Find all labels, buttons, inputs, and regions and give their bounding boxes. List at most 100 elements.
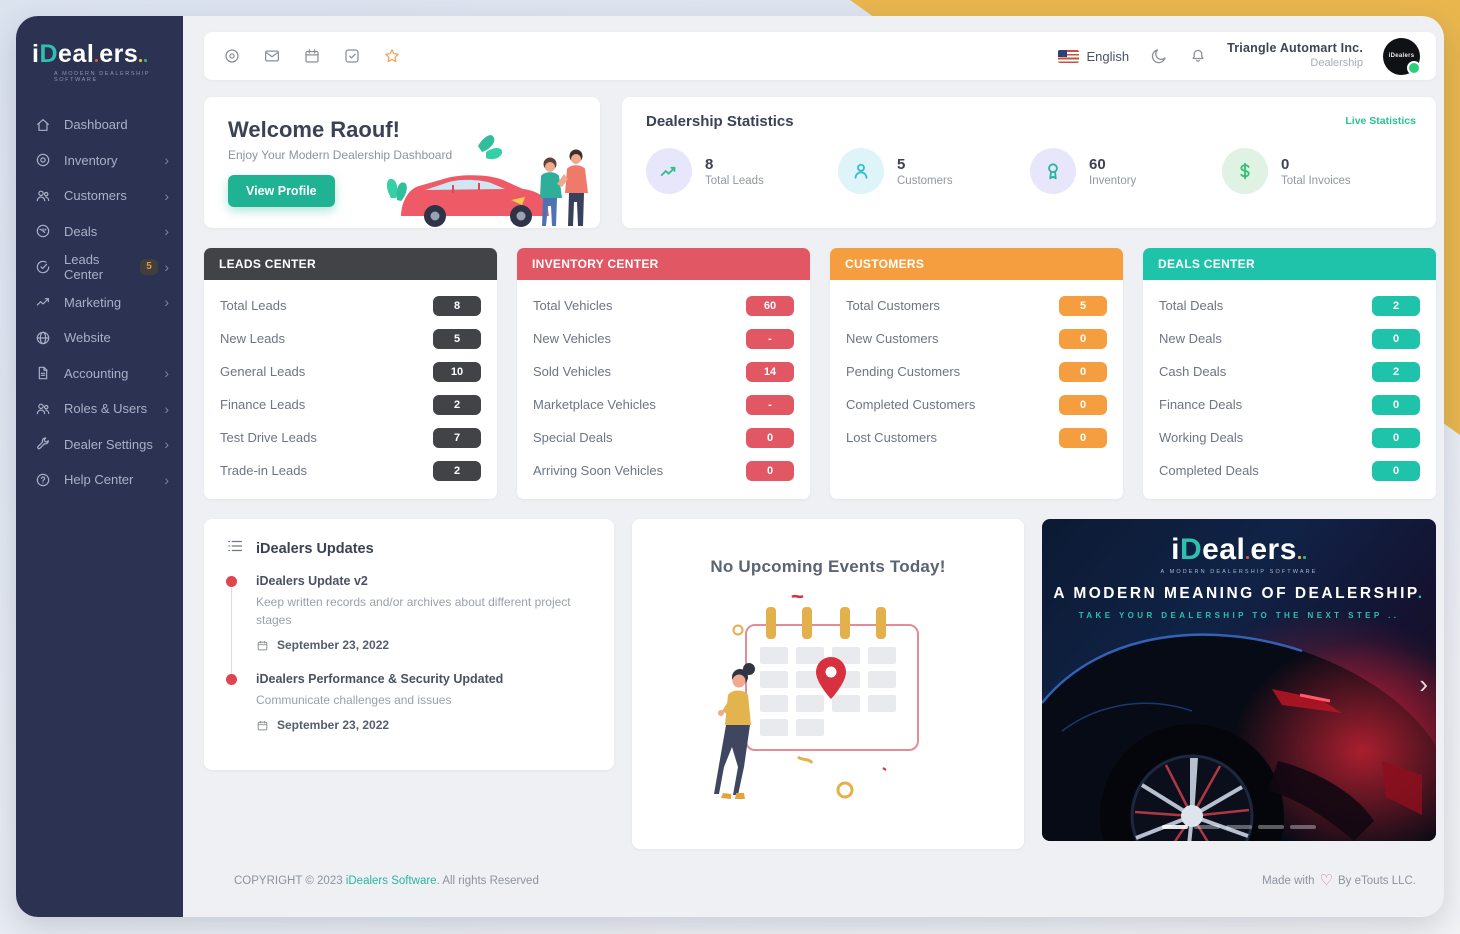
updates-title: iDealers Updates bbox=[256, 541, 374, 557]
value-badge: 0 bbox=[1372, 461, 1420, 481]
home-icon bbox=[34, 116, 51, 133]
account-type: Dealership bbox=[1227, 57, 1363, 71]
carousel-dash[interactable] bbox=[1258, 825, 1284, 829]
idealers-software-link[interactable]: iDealers Software bbox=[346, 875, 437, 887]
logo-dot-red bbox=[1246, 556, 1249, 559]
avatar[interactable]: iDealers bbox=[1383, 38, 1420, 75]
app-window: iDealers A MODERN DEALERSHIP SOFTWARE Da… bbox=[16, 16, 1444, 917]
logo-dot-yellow bbox=[1298, 556, 1301, 559]
update-desc: Communicate challenges and issues bbox=[256, 691, 586, 709]
sidebar-item-dealer-settings[interactable]: Dealer Settings › bbox=[16, 427, 183, 463]
value-badge: 2 bbox=[1372, 296, 1420, 316]
sidebar-item-deals[interactable]: Deals › bbox=[16, 214, 183, 250]
sports-car-illustration bbox=[1042, 611, 1436, 841]
carousel-dash[interactable] bbox=[1162, 825, 1188, 829]
calendar-icon bbox=[256, 719, 269, 732]
deals-icon bbox=[34, 223, 51, 240]
star-icon[interactable] bbox=[382, 47, 401, 66]
live-statistics-link[interactable]: Live Statistics bbox=[1345, 115, 1416, 127]
leads-center-panel: LEADS CENTER Total Leads8 New Leads5 Gen… bbox=[204, 248, 497, 499]
sidebar-item-label: Customers bbox=[64, 188, 127, 203]
banner-brand-tagline: A MODERN DEALERSHIP SOFTWARE bbox=[1042, 569, 1436, 575]
disc-icon bbox=[34, 152, 51, 169]
panel-row: New Customers0 bbox=[846, 322, 1107, 355]
account-menu[interactable]: Triangle Automart Inc. Dealership bbox=[1227, 41, 1363, 70]
chevron-right-icon: › bbox=[164, 153, 169, 167]
carousel-dash[interactable] bbox=[1290, 825, 1316, 829]
value-badge: 0 bbox=[746, 461, 794, 481]
panel-header: DEALS CENTER bbox=[1143, 248, 1436, 280]
value-badge: 7 bbox=[433, 428, 481, 448]
row-updates-events-banner: iDealers Updates iDealers Update v2 Keep… bbox=[204, 519, 1436, 849]
sidebar-item-dashboard[interactable]: Dashboard bbox=[16, 107, 183, 143]
panel-row: General Leads10 bbox=[220, 355, 481, 388]
panel-row: Test Drive Leads7 bbox=[220, 421, 481, 454]
trend-icon bbox=[34, 294, 51, 311]
view-profile-button[interactable]: View Profile bbox=[228, 175, 335, 207]
medal-icon bbox=[1030, 148, 1076, 194]
tasks-icon[interactable] bbox=[342, 47, 361, 66]
events-card: No Upcoming Events Today! bbox=[632, 519, 1024, 849]
sidebar-item-leads-center[interactable]: Leads Center 5 › bbox=[16, 249, 183, 285]
users-icon bbox=[34, 187, 51, 204]
promo-banner[interactable]: iDealers A MODERN DEALERSHIP SOFTWARE A … bbox=[1042, 519, 1436, 841]
sidebar-item-roles-users[interactable]: Roles & Users › bbox=[16, 391, 183, 427]
update-item: iDealers Update v2 Keep written records … bbox=[226, 574, 592, 672]
bell-icon[interactable] bbox=[1188, 47, 1207, 66]
panel-row: Marketplace Vehicles- bbox=[533, 388, 794, 421]
panel-header: INVENTORY CENTER bbox=[517, 248, 810, 280]
value-badge: 5 bbox=[1059, 296, 1107, 316]
document-icon bbox=[34, 365, 51, 382]
mail-icon[interactable] bbox=[262, 47, 281, 66]
timeline-dot bbox=[226, 674, 237, 685]
panel-row: Trade-in Leads2 bbox=[220, 454, 481, 487]
calendar-icon[interactable] bbox=[302, 47, 321, 66]
language-selector[interactable]: English bbox=[1058, 49, 1129, 64]
carousel-next-arrow[interactable]: › bbox=[1419, 671, 1428, 697]
panel-row: Lost Customers0 bbox=[846, 421, 1107, 454]
carousel-dash[interactable] bbox=[1194, 825, 1220, 829]
sidebar-item-label: Marketing bbox=[64, 295, 121, 310]
dealership-statistics-card: Dealership Statistics Live Statistics 8T… bbox=[622, 97, 1436, 228]
update-item: iDealers Performance & Security Updated … bbox=[226, 672, 592, 752]
chevron-right-icon: › bbox=[164, 437, 169, 451]
logo-dot-yellow bbox=[139, 59, 142, 62]
logo-dot-green bbox=[1303, 556, 1306, 559]
value-badge: 2 bbox=[1372, 362, 1420, 382]
trend-icon bbox=[646, 148, 692, 194]
panel-row: Special Deals0 bbox=[533, 421, 794, 454]
sidebar-item-help-center[interactable]: Help Center › bbox=[16, 462, 183, 498]
chevron-right-icon: › bbox=[164, 366, 169, 380]
sidebar-item-customers[interactable]: Customers › bbox=[16, 178, 183, 214]
leads-count-badge: 5 bbox=[140, 259, 159, 275]
sidebar-item-label: Accounting bbox=[64, 366, 128, 381]
update-date: September 23, 2022 bbox=[256, 718, 592, 732]
sidebar-item-label: Roles & Users bbox=[64, 401, 147, 416]
target-icon[interactable] bbox=[222, 47, 241, 66]
logo-dot-red bbox=[95, 59, 98, 62]
panel-row: Cash Deals2 bbox=[1159, 355, 1420, 388]
sidebar-item-website[interactable]: Website bbox=[16, 320, 183, 356]
main-area: English Triangle Automart Inc. Dealershi… bbox=[183, 16, 1444, 917]
carousel-dash[interactable] bbox=[1226, 825, 1252, 829]
dark-mode-moon-icon[interactable] bbox=[1149, 47, 1168, 66]
statistics-title: Dealership Statistics bbox=[646, 113, 1414, 130]
panel-row: Completed Deals0 bbox=[1159, 454, 1420, 487]
sidebar-item-inventory[interactable]: Inventory › bbox=[16, 143, 183, 179]
value-badge: 0 bbox=[1372, 428, 1420, 448]
chevron-right-icon: › bbox=[164, 402, 169, 416]
users-icon bbox=[34, 400, 51, 417]
us-flag-icon bbox=[1058, 50, 1079, 63]
heart-icon: ♡ bbox=[1320, 873, 1333, 888]
sidebar-item-label: Dashboard bbox=[64, 117, 128, 132]
value-badge: 8 bbox=[433, 296, 481, 316]
copyright-text: COPYRIGHT © 2023 iDealers Software. All … bbox=[234, 875, 539, 887]
sidebar-item-marketing[interactable]: Marketing › bbox=[16, 285, 183, 321]
panel-row: Finance Deals0 bbox=[1159, 388, 1420, 421]
sidebar-item-label: Help Center bbox=[64, 472, 133, 487]
value-badge: 2 bbox=[433, 395, 481, 415]
person-icon bbox=[838, 148, 884, 194]
chevron-right-icon: › bbox=[164, 260, 169, 274]
sidebar-item-accounting[interactable]: Accounting › bbox=[16, 356, 183, 392]
brand-logo[interactable]: iDealers A MODERN DEALERSHIP SOFTWARE bbox=[16, 32, 183, 97]
